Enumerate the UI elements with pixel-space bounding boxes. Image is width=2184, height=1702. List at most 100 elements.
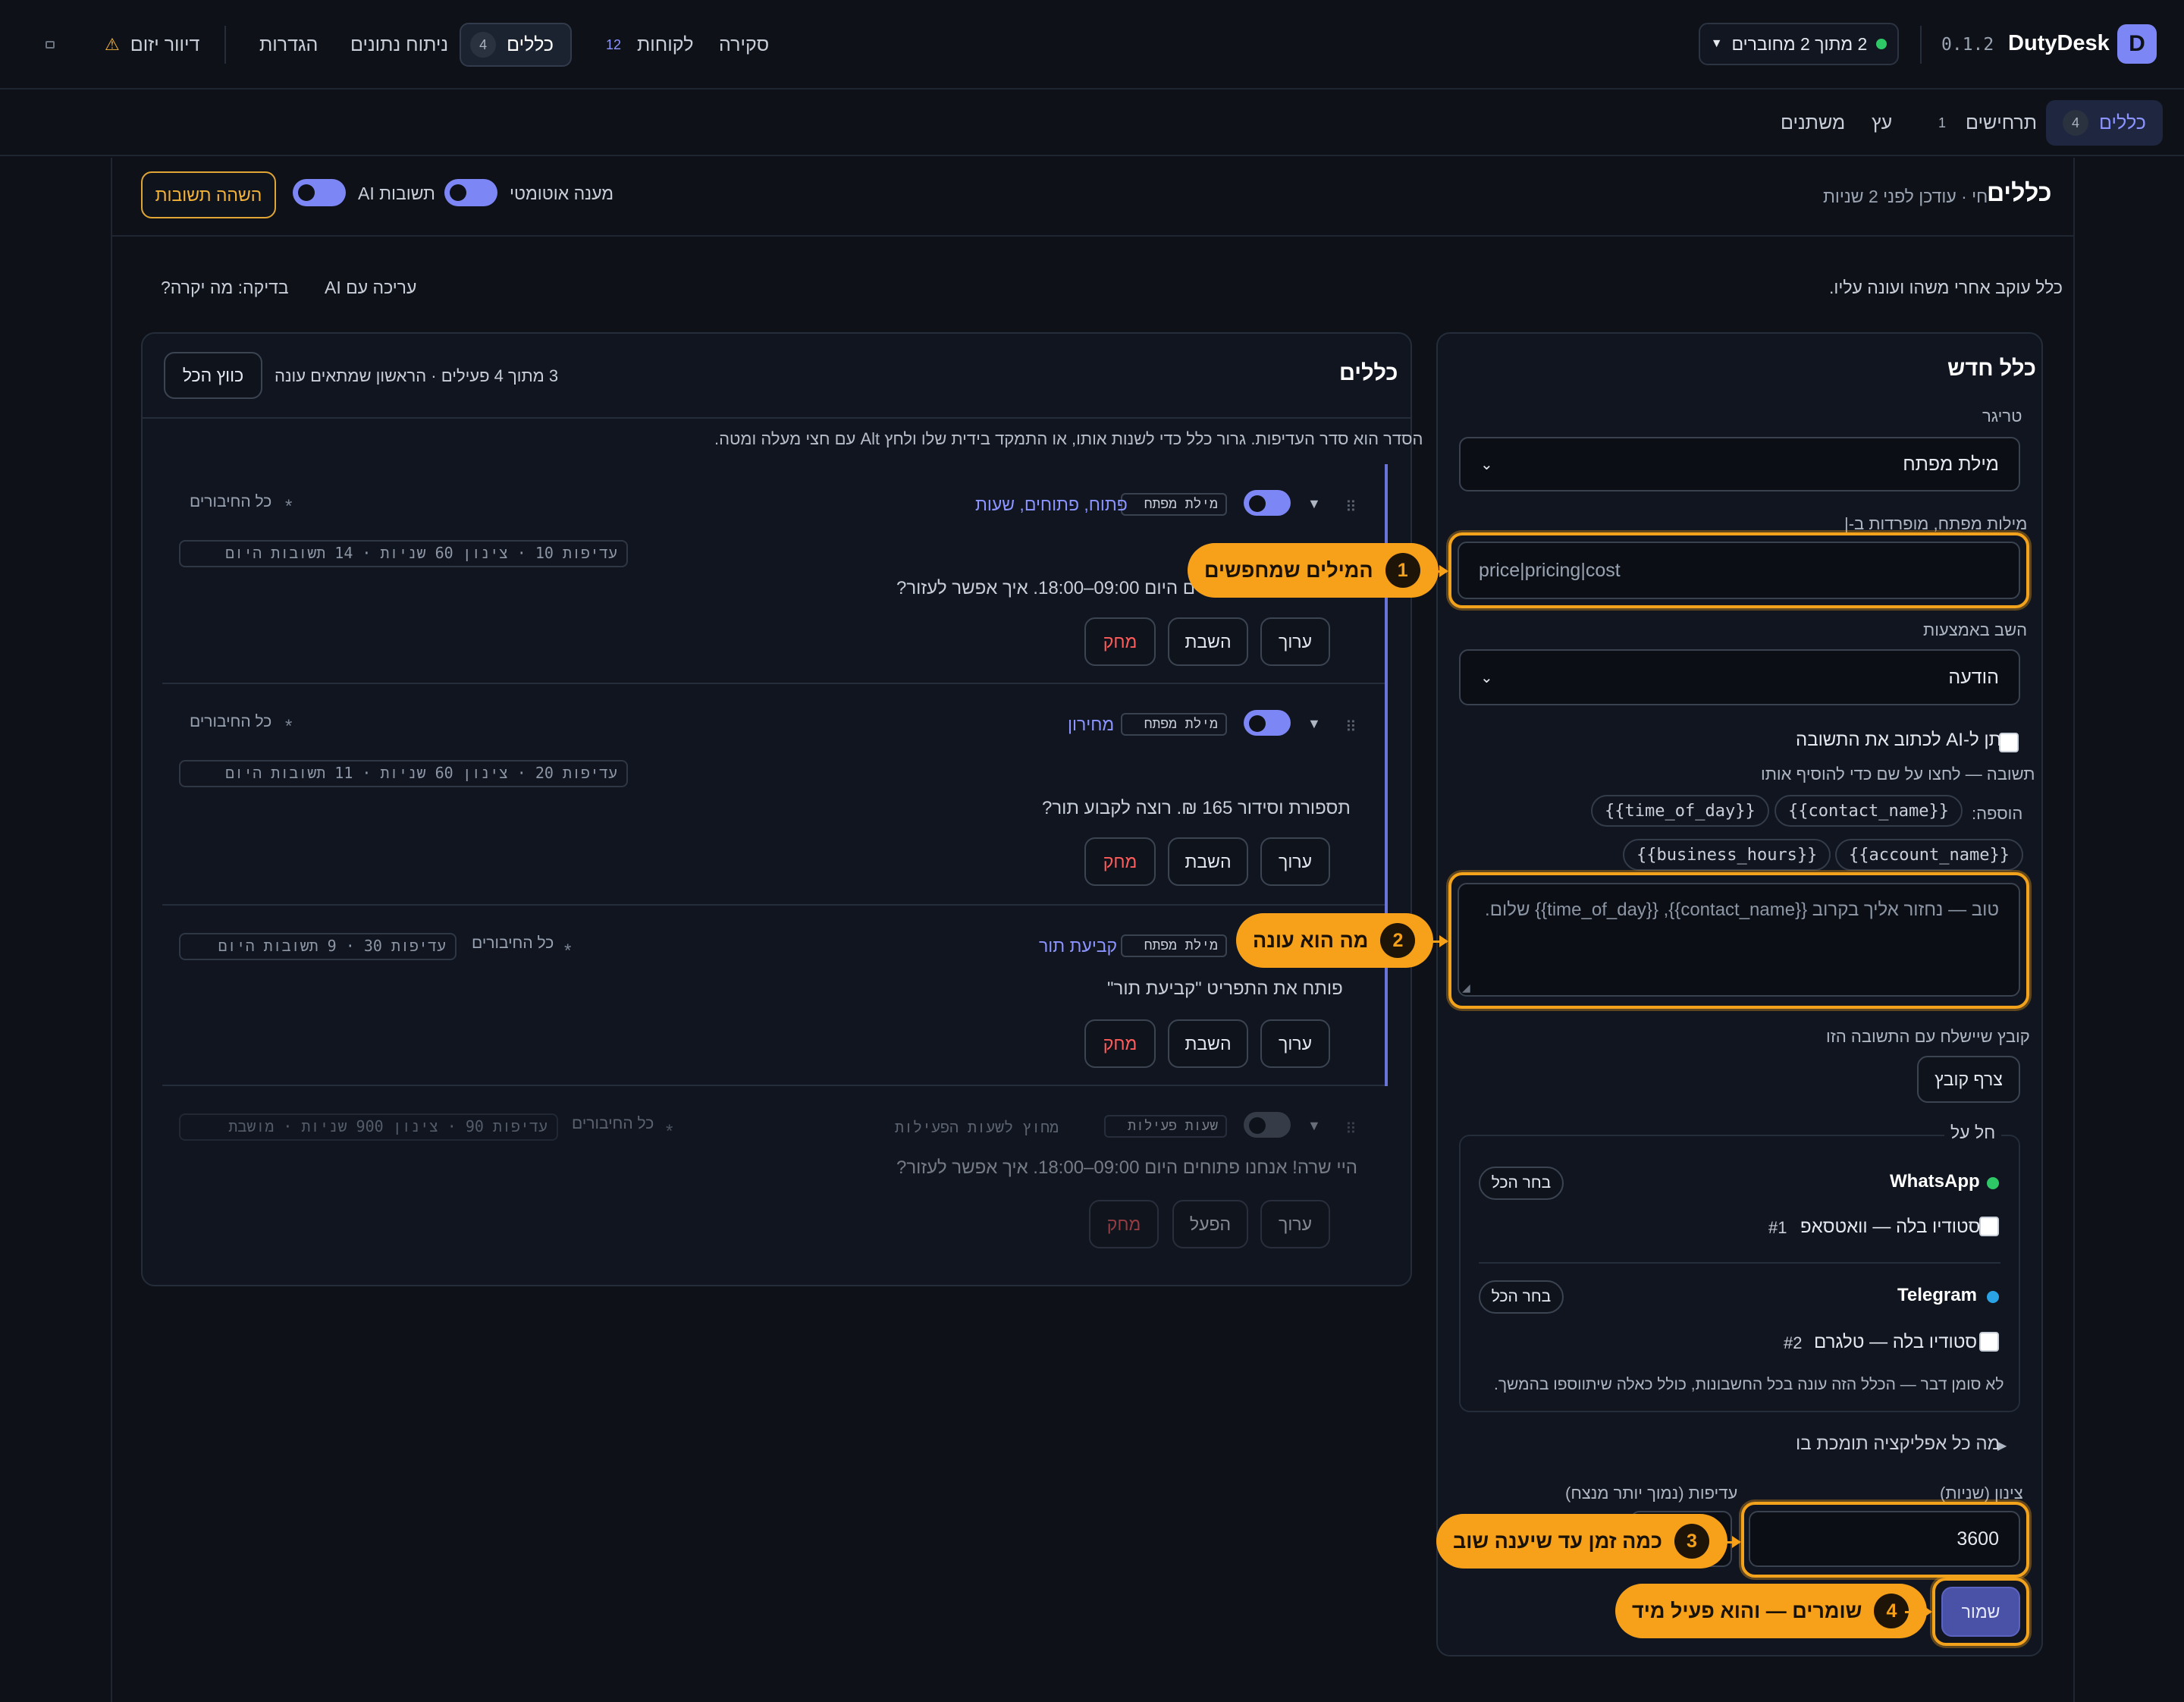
callout-save: 4 שומרים — והוא פעיל מיד — [1615, 1584, 1928, 1638]
reply-via-select[interactable]: הודעה ⌄ — [1459, 649, 2020, 705]
ai-replies-toggle[interactable] — [293, 179, 346, 206]
rule-name[interactable]: מחירון — [1068, 714, 1114, 735]
connection-status-label: 2 מתוך 2 מחוברים — [1731, 33, 1868, 54]
rule-type-tag: שעות פעילות — [1104, 1115, 1227, 1138]
rule-scope: כל החיבורים — [190, 493, 272, 510]
save-button[interactable]: שמור — [1941, 1587, 2020, 1637]
rule-toggle[interactable] — [1244, 490, 1291, 516]
nav-settings[interactable]: הגדרות — [243, 23, 334, 67]
rule-name[interactable]: מחוץ לשעות הפעילות — [895, 1118, 1059, 1138]
rule-reply-preview: פותח את התפריט "קביעת תור" — [1107, 978, 1343, 999]
rule-stats: עדיפות 10 · צינון 60 שניות · 14 תשובות ה… — [179, 540, 628, 567]
edit-rule-button[interactable]: ערוך — [1260, 837, 1330, 886]
trigger-label: טריגר — [1982, 407, 2022, 426]
subnav-tree[interactable]: עץ — [1855, 100, 1909, 146]
file-label: קובץ שיישלח עם התשובה הזו — [1826, 1027, 2030, 1046]
var-time-of-day[interactable]: {{time_of_day}} — [1591, 795, 1769, 827]
reply-via-label: השב באמצעות — [1923, 620, 2028, 639]
subnav-variables[interactable]: משתנים — [1764, 100, 1862, 146]
delete-rule-button[interactable]: מחק — [1084, 837, 1156, 886]
resize-handle-icon[interactable]: ◢ — [1462, 981, 1470, 994]
nav-analytics[interactable]: ניתוח נתונים — [334, 23, 465, 67]
nav-proactive[interactable]: דיוור יזום ⚠ — [88, 23, 216, 67]
attach-file-button[interactable]: צרף קובץ — [1917, 1056, 2020, 1103]
chevron-down-icon[interactable]: ▼ — [1307, 496, 1321, 512]
edit-rule-button[interactable]: ערוך — [1260, 617, 1330, 666]
ai-write-label: תן ל-AI לכתוב את התשובה — [1796, 730, 2002, 750]
rule-reply-preview: היי שרה! אנחנו פתוחים היום 09:00–18:00. … — [896, 1157, 1358, 1178]
subnav-rules[interactable]: כללים 4 — [2046, 100, 2163, 146]
divider — [143, 417, 1410, 419]
nav-customers[interactable]: לקוחות 12 — [584, 23, 710, 67]
chevron-down-icon[interactable]: ▼ — [1307, 716, 1321, 732]
edit-rule-button[interactable]: ערוך — [1260, 1200, 1330, 1248]
rule-toggle[interactable] — [1244, 710, 1291, 736]
drag-handle-icon[interactable]: ⠿ — [1345, 718, 1357, 736]
ai-write-checkbox[interactable] — [1999, 733, 2019, 752]
trigger-select[interactable]: מילת מפתח ⌄ — [1459, 437, 2020, 491]
nav-proactive-label: דיוור יזום — [130, 33, 200, 55]
delete-rule-button[interactable]: מחק — [1089, 1200, 1159, 1248]
page-meta: חי · עודכן לפני 2 שניות — [1823, 187, 1988, 206]
reply-label: תשובה — לחצו על שם כדי להוסיף אותו — [1761, 765, 2035, 783]
reply-via-value: הודעה — [1948, 666, 1999, 688]
reply-textarea[interactable]: טוב — נחזור אליך בקרוב {{contact_name}},… — [1458, 883, 2020, 997]
auto-reply-toggle[interactable] — [444, 179, 497, 206]
pause-replies-button[interactable]: השהה תשובות — [141, 171, 276, 218]
rule-type-tag: מילת מפתח — [1121, 493, 1227, 516]
app-logo: D — [2117, 24, 2157, 64]
window-icon[interactable] — [46, 41, 55, 49]
telegram-dot — [1987, 1291, 1999, 1303]
warning-icon: ⚠ — [105, 35, 120, 54]
drag-handle-icon[interactable]: ⠿ — [1345, 1119, 1357, 1138]
var-business-hours[interactable]: {{business_hours}} — [1623, 839, 1831, 871]
subnav-rules-count: 4 — [2063, 110, 2088, 136]
disable-rule-button[interactable]: השבת — [1168, 837, 1248, 886]
test-rule-link[interactable]: בדיקה: מה יקרה? — [161, 278, 289, 298]
rule-name[interactable]: פתוח, פתוחים, שעות — [975, 495, 1128, 515]
var-contact-name[interactable]: {{contact_name}} — [1774, 795, 1963, 827]
rule-toggle[interactable] — [1244, 1112, 1291, 1138]
callout-number: 1 — [1385, 553, 1420, 588]
edit-with-ai-link[interactable]: עריכה עם AI — [325, 278, 416, 298]
whatsapp-select-all-button[interactable]: בחר הכל — [1479, 1167, 1564, 1200]
app-support-disclosure[interactable]: מה כל אפליקציה תומכת בו — [1796, 1434, 2000, 1455]
delete-rule-button[interactable]: מחק — [1084, 1019, 1156, 1068]
cooldown-input[interactable]: 3600 — [1749, 1511, 2020, 1567]
keywords-input[interactable]: price|pricing|cost — [1458, 542, 2020, 599]
telegram-account-checkbox[interactable] — [1979, 1332, 1999, 1352]
rules-count-badge: 4 — [470, 32, 497, 58]
telegram-select-all-button[interactable]: בחר הכל — [1479, 1280, 1564, 1314]
channels-note: לא סומן דבר — הכלל הזה עונה בכל החשבונות… — [1494, 1376, 2004, 1393]
chevron-down-icon[interactable]: ▼ — [1307, 1118, 1321, 1134]
nav-analytics-label: ניתוח נתונים — [350, 33, 449, 55]
subnav-scenarios[interactable]: תרחישים 1 — [1913, 100, 2054, 146]
nav-rules[interactable]: כללים 4 — [460, 23, 572, 67]
callout-number: 2 — [1380, 923, 1416, 958]
nav-overview[interactable]: סקירה — [702, 23, 786, 67]
subnav-scenarios-count: 1 — [1938, 115, 1947, 130]
disable-rule-button[interactable]: השבת — [1168, 1019, 1248, 1068]
cooldown-label: צינון (שניות) — [1940, 1484, 2023, 1503]
nav-customers-label: לקוחות — [637, 33, 694, 55]
edit-rule-button[interactable]: ערוך — [1260, 1019, 1330, 1068]
callout-arrow — [1715, 1541, 1740, 1543]
delete-rule-button[interactable]: מחק — [1084, 617, 1156, 666]
asterisk-icon: * — [666, 1121, 673, 1141]
disable-rule-button[interactable]: השבת — [1168, 617, 1248, 666]
rule-name[interactable]: קביעת תור — [1039, 936, 1117, 956]
nav-rules-label: כללים — [507, 33, 554, 55]
rules-summary: 3 מתוך 4 פעילים · הראשון שמתאים עונה — [275, 366, 559, 385]
rule-scope: כל החיבורים — [572, 1115, 654, 1132]
whatsapp-account-checkbox[interactable] — [1979, 1217, 1999, 1236]
insert-label: הוספה: — [1972, 804, 2023, 823]
subnav-scenarios-label: תרחישים — [1966, 111, 2038, 133]
connection-status[interactable]: 2 מתוך 2 מחוברים ▼ — [1699, 23, 1899, 65]
var-account-name[interactable]: {{account_name}} — [1835, 839, 2023, 871]
enable-rule-button[interactable]: הפעל — [1172, 1200, 1248, 1248]
sub-nav: כללים 4 תרחישים 1 עץ משתנים — [0, 91, 2184, 156]
collapse-all-button[interactable]: כווץ הכל — [164, 352, 262, 399]
drag-handle-icon[interactable]: ⠿ — [1345, 498, 1357, 517]
rules-order-hint: הסדר הוא סדר העדיפות. גרור כלל כדי לשנות… — [714, 429, 1423, 448]
app-name: DutyDesk — [2008, 31, 2110, 55]
